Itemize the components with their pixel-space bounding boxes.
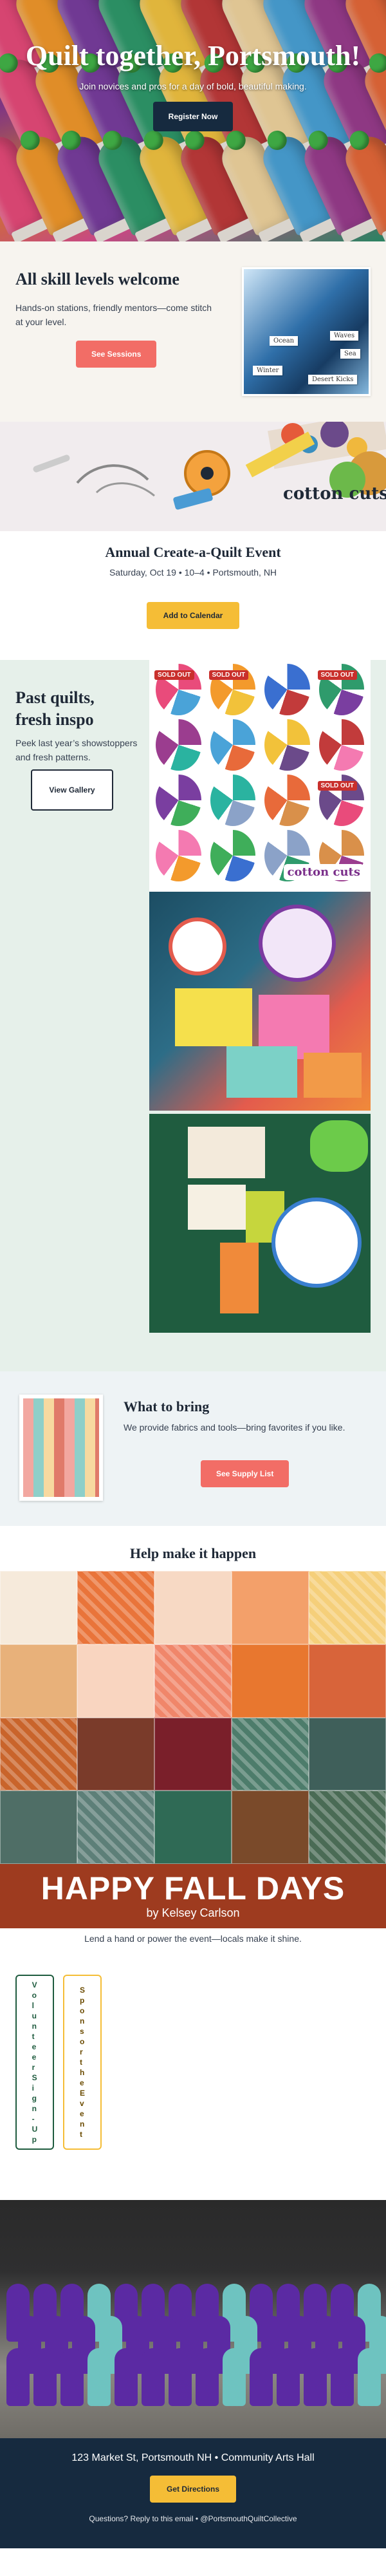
skill-text: Hands-on stations, friendly mentors—come… [15,303,212,327]
get-directions-button[interactable]: Get Directions [149,2476,237,2503]
image-tag: Sea [340,349,360,359]
fall-fabric-image [0,1571,386,1864]
tools-illustration: cotton cuts [0,422,386,531]
quilt-patterns-image: SOLD OUT SOLD OUT SOLD OUT SOLD OUT cotton … [149,660,371,892]
gallery-text: Peek last year’s showstoppers and fresh … [15,738,138,762]
see-sessions-button[interactable]: See Sessions [76,341,157,368]
bring-title: What to bring [124,1398,210,1415]
bring-section: What to bring We provide fabrics and too… [0,1371,386,1526]
fabric-bundle-image: Ocean Waves Sea Winter Desert Kicks [242,267,371,396]
hero-section: Quilt together, Portsmouth! Join novices… [0,0,386,241]
image-tag: Ocean [270,336,299,346]
footer-contact: Questions? Reply to this email • @Portsm… [89,2514,297,2523]
fabric-stack-image [19,1395,103,1501]
fall-banner-byline: by Kelsey Carlson [146,1906,240,1919]
help-section: Help make it happen HAPPY FALL DAYS by K… [0,1526,386,2200]
sold-out-badge: SOLD OUT [208,670,249,680]
event-title: Annual Create-a-Quilt Event [105,544,281,560]
footer: 123 Market St, Portsmouth NH • Community… [0,2438,386,2548]
see-supply-list-button[interactable]: See Supply List [201,1460,290,1487]
sponsor-label: SponsortheEvent [79,1986,85,2139]
skill-title: All skill levels welcome [15,270,179,288]
help-subtitle: Lend a hand or power the event—locals ma… [84,1933,302,1944]
register-button[interactable]: Register Now [152,102,234,131]
help-buttons: VolunteerSign-Up SponsortheEvent [0,1949,386,2200]
image-tag: Waves [330,331,359,341]
footer-address: 123 Market St, Portsmouth NH • Community… [71,2452,315,2463]
fall-banner-title: HAPPY FALL DAYS [41,1870,345,1906]
view-gallery-button[interactable]: View Gallery [31,769,113,811]
fall-banner: HAPPY FALL DAYS by Kelsey Carlson [0,1864,386,1928]
image-tag: Winter [253,366,283,375]
skill-section: All skill levels welcome Hands-on statio… [0,241,386,422]
volunteer-label: VolunteerSign-Up [32,1980,38,2144]
bring-text: We provide fabrics and tools—bring favor… [124,1422,345,1433]
event-details: Saturday, Oct 19 • 10–4 • Portsmouth, NH [109,567,277,578]
gallery-title: Past quilts, fresh inspo [15,688,95,729]
hero-subtitle: Join novices and pros for a day of bold,… [79,81,307,91]
sold-out-badge: SOLD OUT [317,670,358,680]
image-tag: Desert Kicks [308,375,358,384]
sold-out-badge: SOLD OUT [317,781,358,791]
sponsor-button[interactable]: SponsortheEvent [63,1975,102,2150]
sewing-tools-image: cotton cuts [0,422,386,531]
add-to-calendar-button[interactable]: Add to Calendar [146,602,240,629]
event-section: Annual Create-a-Quilt Event Saturday, Oc… [0,531,386,660]
gallery-section: Past quilts, fresh inspo Peek last year’… [0,660,386,1371]
cutting-mat-image [149,1114,371,1333]
hero-content: Quilt together, Portsmouth! Join novices… [0,39,386,131]
hero-title: Quilt together, Portsmouth! [25,40,361,71]
group-photo [0,2200,386,2438]
help-title: Help make it happen [129,1545,257,1561]
cotton-cuts-logo: cotton cuts [283,484,386,503]
fabric-packs-image [149,892,371,1111]
cotton-cuts-logo: cotton cuts [283,864,364,880]
volunteer-signup-button[interactable]: VolunteerSign-Up [15,1975,54,2150]
sold-out-badge: SOLD OUT [154,670,194,680]
